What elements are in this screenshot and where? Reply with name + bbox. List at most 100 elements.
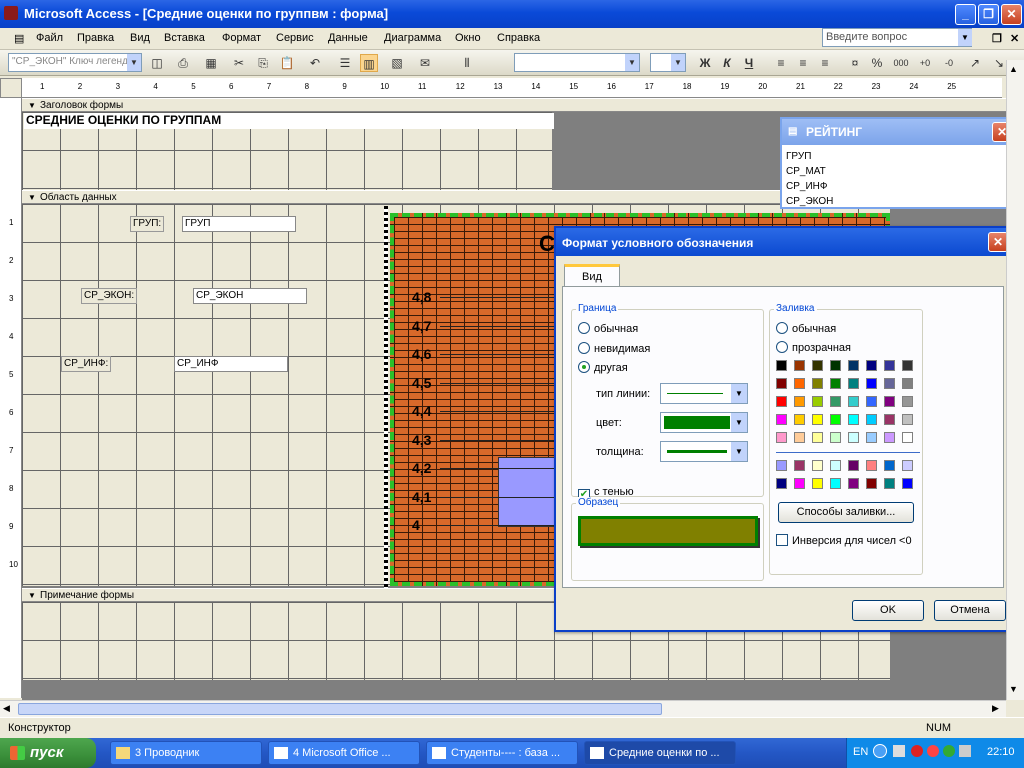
field-list-item[interactable]: СР_ИНФ <box>786 179 833 194</box>
palette-swatch[interactable] <box>830 478 841 489</box>
palette-swatch[interactable] <box>776 460 787 471</box>
help-dropdown-arrow[interactable]: ▼ <box>958 29 972 46</box>
start-button[interactable]: пуск <box>0 738 96 768</box>
palette-swatch[interactable] <box>866 460 877 471</box>
palette-swatch[interactable] <box>866 360 877 371</box>
palette-swatch[interactable] <box>866 378 877 389</box>
object-combo[interactable]: "СР_ЭКОН" Ключ легенды ▼ <box>8 53 142 72</box>
palette-swatch[interactable] <box>812 478 823 489</box>
antivirus-icon[interactable] <box>911 745 923 757</box>
palette-swatch[interactable] <box>848 396 859 407</box>
tab-view[interactable]: Вид <box>564 264 620 287</box>
taskbar-item-explorer[interactable]: 3 Проводник <box>110 741 262 765</box>
font-name-combo[interactable]: ▼ <box>514 53 640 72</box>
messenger-icon[interactable] <box>943 745 955 757</box>
network-icon[interactable] <box>893 745 905 757</box>
palette-swatch[interactable] <box>902 414 913 425</box>
decrease-decimal-icon[interactable]: -0 <box>940 54 958 72</box>
field-list-item[interactable]: СР_ЭКОН <box>786 194 833 209</box>
palette-swatch[interactable] <box>830 414 841 425</box>
fill-transparent-radio[interactable]: прозрачная <box>776 341 851 354</box>
by-column-icon[interactable]: ▥ <box>360 54 378 72</box>
chart-type-icon[interactable]: ▧ <box>388 54 406 72</box>
grup-label[interactable]: ГРУП: <box>130 216 165 232</box>
security-icon[interactable] <box>927 745 939 757</box>
align-right-icon[interactable]: ≡ <box>816 54 834 72</box>
border-custom-radio[interactable]: другая <box>578 361 628 374</box>
language-indicator[interactable]: EN <box>853 746 868 758</box>
help-search-input[interactable]: Введите вопрос <box>822 28 972 47</box>
chart-selection-handle[interactable] <box>384 206 388 588</box>
palette-swatch[interactable] <box>830 460 841 471</box>
menu-chart[interactable]: Диаграмма <box>384 32 441 44</box>
datasheet-icon[interactable]: ▦ <box>202 54 220 72</box>
weight-picker[interactable]: ▼ <box>660 441 748 462</box>
border-none-radio[interactable]: невидимая <box>578 342 650 355</box>
cut-icon[interactable]: ✂ <box>230 54 248 72</box>
menu-view[interactable]: Вид <box>130 32 150 44</box>
menu-window[interactable]: Окно <box>455 32 481 44</box>
format-object-icon[interactable]: ◫ <box>148 54 166 72</box>
currency-icon[interactable]: ¤ <box>846 54 864 72</box>
sr-inf-label[interactable]: СР_ИНФ: <box>61 356 112 372</box>
palette-swatch[interactable] <box>884 432 895 443</box>
font-size-combo[interactable]: ▼ <box>650 53 686 72</box>
palette-swatch[interactable] <box>812 360 823 371</box>
menu-insert[interactable]: Вставка <box>164 32 205 44</box>
palette-swatch[interactable] <box>794 432 805 443</box>
menu-help[interactable]: Справка <box>497 32 540 44</box>
undo-icon[interactable]: ↶ <box>306 54 324 72</box>
palette-swatch[interactable] <box>884 396 895 407</box>
palette-swatch[interactable] <box>830 432 841 443</box>
ok-button[interactable]: OK <box>852 600 924 621</box>
palette-swatch[interactable] <box>776 360 787 371</box>
palette-swatch[interactable] <box>884 378 895 389</box>
palette-swatch[interactable] <box>902 432 913 443</box>
border-normal-radio[interactable]: обычная <box>578 322 638 335</box>
underline-button[interactable]: Ч <box>740 54 758 72</box>
form-icon[interactable]: ▤ <box>14 32 24 45</box>
palette-swatch[interactable] <box>848 414 859 425</box>
field-list-item[interactable]: ГРУП <box>786 149 833 164</box>
align-left-icon[interactable]: ≡ <box>772 54 790 72</box>
doc-close-icon[interactable]: ✕ <box>1010 32 1019 45</box>
palette-swatch[interactable] <box>884 478 895 489</box>
palette-swatch[interactable] <box>794 396 805 407</box>
palette-swatch[interactable] <box>866 432 877 443</box>
palette-swatch[interactable] <box>866 414 877 425</box>
palette-swatch[interactable] <box>848 460 859 471</box>
palette-swatch[interactable] <box>812 378 823 389</box>
italic-button[interactable]: К <box>718 54 736 72</box>
palette-swatch[interactable] <box>812 396 823 407</box>
sr-inf-field[interactable]: СР_ИНФ <box>174 356 288 372</box>
volume-icon[interactable] <box>959 745 971 757</box>
ruler-corner[interactable] <box>0 78 22 98</box>
line-type-picker[interactable]: ▼ <box>660 383 748 404</box>
taskbar-item-avg-grades[interactable]: Средние оценки по ... <box>584 741 736 765</box>
field-list-window[interactable]: ▤ РЕЙТИНГ ✕ ГРУП СР_МАТ СР_ИНФ СР_ЭКОН <box>780 117 1018 209</box>
fill-normal-radio[interactable]: обычная <box>776 322 836 335</box>
palette-swatch[interactable] <box>866 478 877 489</box>
close-button[interactable]: ✕ <box>1001 4 1022 25</box>
bold-button[interactable]: Ж <box>696 54 714 72</box>
palette-swatch[interactable] <box>794 414 805 425</box>
grup-field[interactable]: ГРУП <box>182 216 296 232</box>
palette-swatch[interactable] <box>776 414 787 425</box>
palette-swatch[interactable] <box>848 478 859 489</box>
palette-swatch[interactable] <box>830 360 841 371</box>
sr-ekon-label[interactable]: СР_ЭКОН: <box>81 288 138 304</box>
color-picker[interactable]: ▼ <box>660 412 748 433</box>
palette-swatch[interactable] <box>902 360 913 371</box>
form-title-label[interactable]: СРЕДНИЕ ОЦЕНКИ ПО ГРУППАМ <box>24 113 554 129</box>
palette-swatch[interactable] <box>794 360 805 371</box>
minimize-button[interactable]: _ <box>955 4 976 25</box>
align-center-icon[interactable]: ≡ <box>794 54 812 72</box>
fill-effects-button[interactable]: Способы заливки... <box>778 502 914 523</box>
thousands-icon[interactable]: 000 <box>892 54 910 72</box>
palette-swatch[interactable] <box>848 360 859 371</box>
palette-swatch[interactable] <box>812 414 823 425</box>
taskbar-item-students-db[interactable]: Студенты---- : база ... <box>426 741 578 765</box>
palette-swatch[interactable] <box>794 478 805 489</box>
copy-icon[interactable]: ⎘ <box>254 54 272 72</box>
palette-swatch[interactable] <box>830 396 841 407</box>
